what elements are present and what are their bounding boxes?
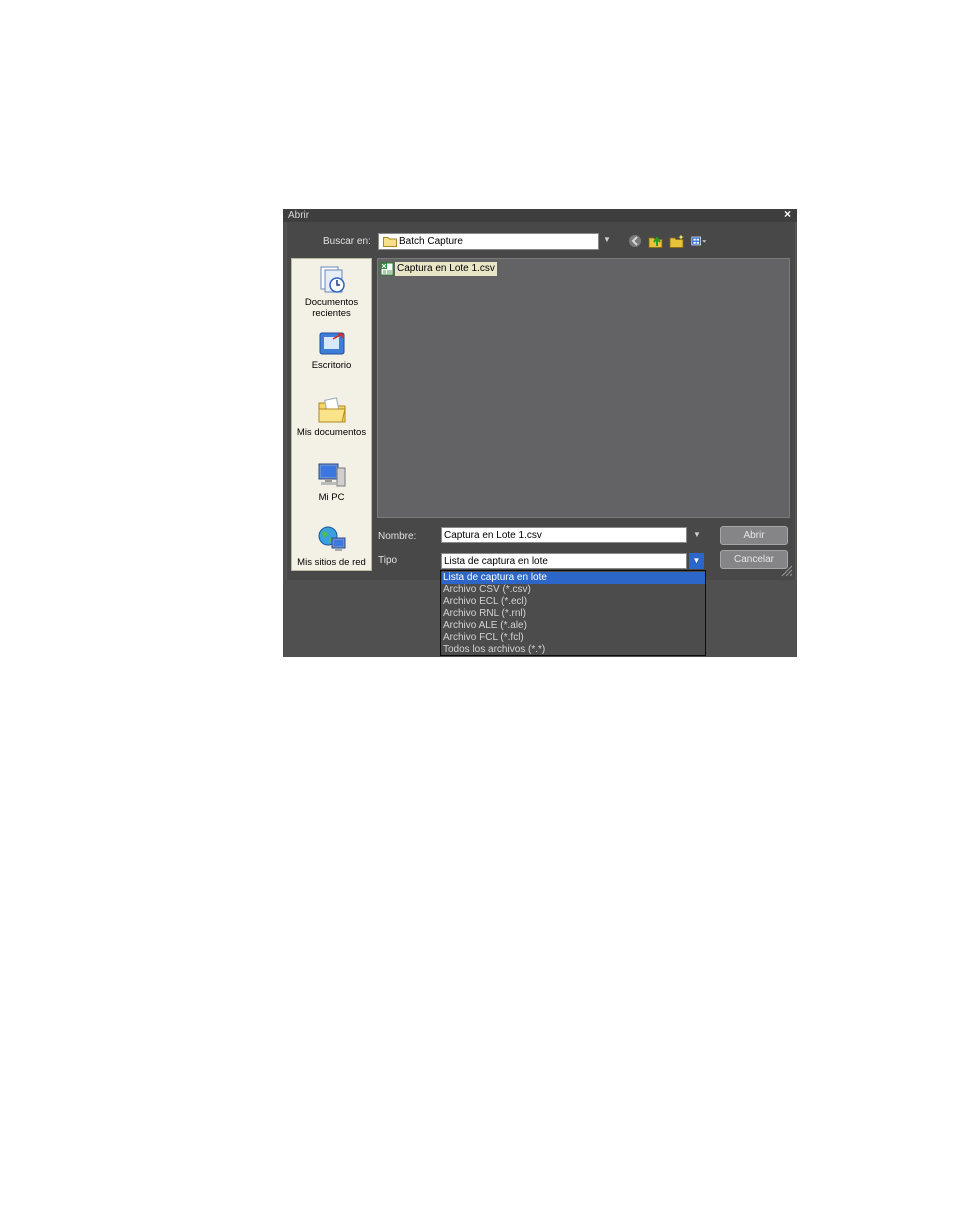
chevron-down-icon[interactable]: ▼ — [689, 553, 704, 569]
up-folder-icon[interactable] — [648, 234, 664, 248]
name-label: Nombre: — [378, 531, 417, 542]
place-desktop[interactable]: Escritorio — [292, 330, 371, 371]
place-label: Documentos recientes — [304, 297, 359, 319]
network-places-icon — [318, 526, 345, 551]
place-recent-documents[interactable]: Documentos recientes — [292, 265, 371, 319]
place-label: Escritorio — [311, 360, 352, 371]
lookin-dropdown-arrow[interactable]: ▼ — [603, 235, 611, 244]
title-bar: Abrir × — [283, 208, 797, 222]
type-option[interactable]: Todos los archivos (*.*) — [442, 644, 705, 656]
views-menu-icon[interactable] — [691, 234, 707, 248]
place-label: Mis sitios de red — [297, 557, 366, 568]
place-label: Mi PC — [318, 492, 345, 503]
type-option[interactable]: Archivo ALE (*.ale) — [442, 620, 705, 632]
recent-documents-icon — [320, 266, 345, 293]
open-dialog: Abrir × Buscar en: Batch Capture ▼ Docum… — [283, 208, 797, 657]
resize-grip-icon[interactable] — [779, 563, 793, 577]
dialog-title: Abrir — [288, 210, 310, 221]
place-network-places[interactable]: Mis sitios de red — [292, 525, 371, 568]
lookin-combo[interactable]: Batch Capture — [378, 233, 599, 250]
places-bar: Documentos recientes Escritorio Mis docu… — [291, 258, 372, 571]
file-list[interactable]: Captura en Lote 1.csv — [377, 258, 790, 518]
file-type-select[interactable]: Lista de captura en lote — [441, 553, 687, 569]
lookin-label: Buscar en: — [323, 236, 371, 247]
type-label: Tipo — [378, 555, 398, 566]
type-option[interactable]: Archivo ECL (*.ecl) — [442, 596, 705, 608]
type-option[interactable]: Archivo CSV (*.csv) — [442, 584, 705, 596]
back-icon[interactable] — [628, 234, 644, 248]
place-my-computer[interactable]: Mi PC — [292, 460, 371, 503]
type-option[interactable]: Archivo RNL (*.rnl) — [442, 608, 705, 620]
close-icon[interactable]: × — [784, 208, 791, 221]
open-button[interactable]: Abrir — [720, 526, 788, 545]
place-label: Mis documentos — [296, 427, 367, 438]
type-option[interactable]: Lista de captura en lote — [442, 572, 705, 584]
csv-file-icon — [380, 262, 394, 276]
file-name: Captura en Lote 1.csv — [395, 262, 497, 276]
lookin-value: Batch Capture — [399, 236, 463, 247]
cancel-button[interactable]: Cancelar — [720, 550, 788, 569]
file-name-input[interactable]: Captura en Lote 1.csv — [441, 527, 687, 543]
my-computer-icon — [318, 463, 345, 487]
folder-icon — [383, 237, 397, 247]
desktop-icon — [319, 332, 344, 355]
new-folder-icon[interactable] — [669, 234, 685, 248]
type-option[interactable]: Archivo FCL (*.fcl) — [442, 632, 705, 644]
my-documents-icon — [318, 397, 346, 423]
file-type-dropdown: Lista de captura en lote Archivo CSV (*.… — [440, 570, 706, 656]
name-dropdown-arrow[interactable]: ▼ — [693, 530, 701, 539]
place-my-documents[interactable]: Mis documentos — [292, 395, 371, 438]
